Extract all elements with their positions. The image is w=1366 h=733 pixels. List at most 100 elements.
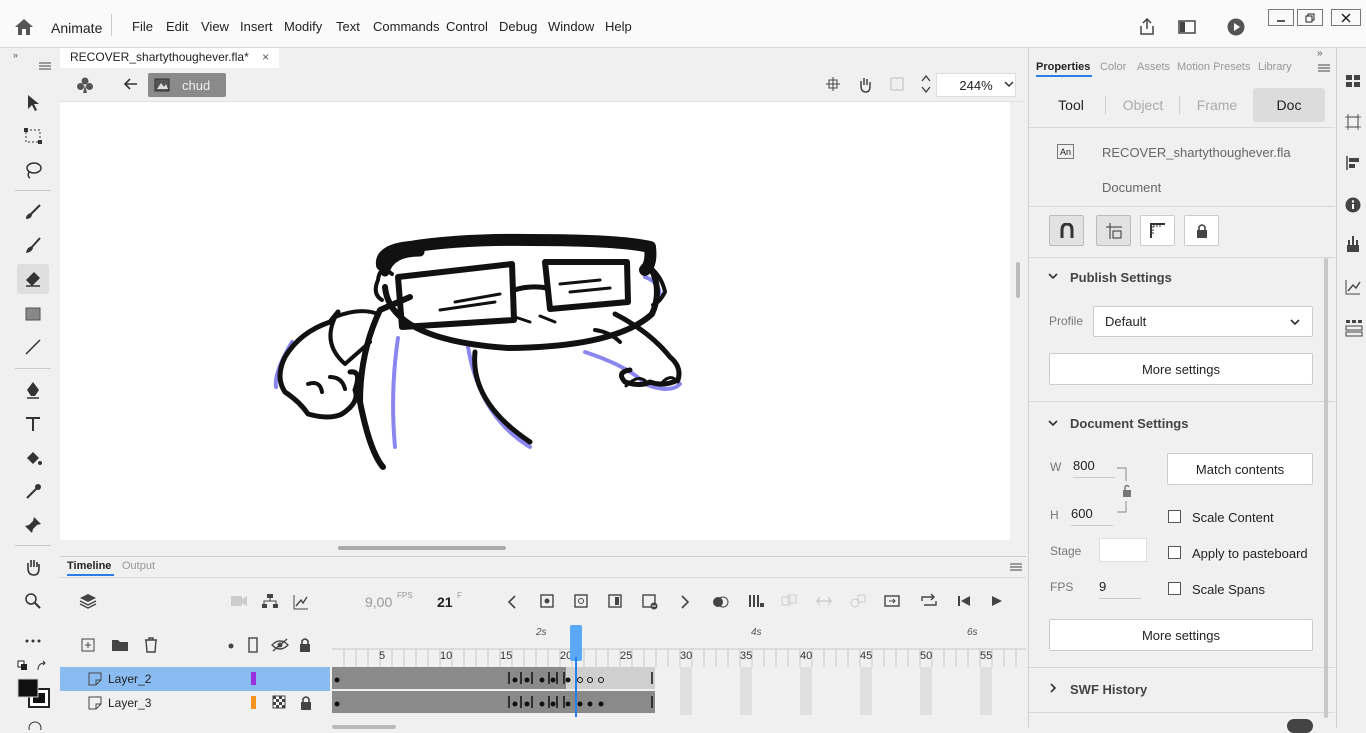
- code-snippets-icon[interactable]: [1345, 319, 1363, 337]
- highlight-dot-icon[interactable]: [228, 643, 234, 649]
- stage-horizontal-scrollbar[interactable]: [338, 546, 506, 550]
- minimize-button[interactable]: [1268, 9, 1294, 26]
- scene-icon[interactable]: [76, 76, 94, 94]
- outline-mode-icon[interactable]: [272, 695, 286, 709]
- magnet-snap-button[interactable]: [1049, 215, 1084, 246]
- rectangle-tool-icon[interactable]: [17, 299, 49, 329]
- graph-icon[interactable]: [293, 594, 309, 610]
- chevron-right-icon[interactable]: [1049, 683, 1057, 693]
- eraser-tool-icon[interactable]: [17, 264, 49, 294]
- lock-button[interactable]: [1184, 215, 1219, 246]
- layer-color-tag[interactable]: [251, 696, 256, 709]
- blank-keyframe-icon[interactable]: [574, 594, 588, 608]
- more-tools-icon[interactable]: [17, 626, 49, 656]
- menu-window[interactable]: Window: [548, 19, 594, 34]
- text-tool-icon[interactable]: [17, 409, 49, 439]
- stage-vertical-scrollbar[interactable]: [1016, 262, 1020, 298]
- collapse-panel-icon[interactable]: »: [1317, 48, 1323, 59]
- fps-field[interactable]: 9: [1099, 579, 1141, 599]
- parenting-icon[interactable]: [261, 593, 279, 609]
- stroke-color-swatch[interactable]: [17, 678, 51, 708]
- next-keyframe-icon[interactable]: [680, 595, 690, 609]
- publish-settings-title[interactable]: Publish Settings: [1070, 270, 1172, 285]
- rotate-stage-icon[interactable]: [856, 76, 874, 94]
- paint-bucket-icon[interactable]: [17, 443, 49, 473]
- align-icon[interactable]: [1345, 155, 1361, 171]
- line-tool-icon[interactable]: [17, 332, 49, 362]
- accessibility-toggle[interactable]: [1287, 719, 1313, 733]
- fps-value[interactable]: 9,00: [365, 594, 392, 610]
- properties-scrollbar[interactable]: [1324, 258, 1328, 718]
- layer-row[interactable]: Layer_3: [60, 691, 330, 715]
- tab-timeline[interactable]: Timeline: [67, 560, 111, 572]
- ruler-button[interactable]: [1140, 215, 1175, 246]
- menu-insert[interactable]: Insert: [240, 19, 273, 34]
- workspace-icon[interactable]: [1178, 19, 1196, 35]
- tab-library[interactable]: Library: [1258, 61, 1292, 73]
- menu-edit[interactable]: Edit: [166, 19, 188, 34]
- menu-text[interactable]: Text: [336, 19, 360, 34]
- loop-icon[interactable]: [920, 593, 938, 609]
- layer-name[interactable]: Layer_3: [108, 696, 151, 710]
- chevron-down-icon[interactable]: [1048, 419, 1058, 427]
- edit-anchor-button[interactable]: [1096, 215, 1131, 246]
- restore-button[interactable]: [1297, 9, 1323, 26]
- swf-history-title[interactable]: SWF History: [1070, 682, 1147, 697]
- menu-view[interactable]: View: [201, 19, 229, 34]
- tween-icon[interactable]: [781, 594, 797, 608]
- frame-grid[interactable]: [332, 667, 1026, 715]
- shape-tween-icon[interactable]: [850, 594, 866, 608]
- menu-control[interactable]: Control: [446, 19, 488, 34]
- hand-tool-icon[interactable]: [17, 552, 49, 582]
- insert-frame-icon[interactable]: [608, 594, 622, 608]
- subtab-doc[interactable]: Doc: [1253, 88, 1325, 122]
- info-icon[interactable]: [1345, 197, 1361, 213]
- menu-debug[interactable]: Debug: [499, 19, 537, 34]
- profile-select[interactable]: Default: [1093, 306, 1313, 337]
- lock-all-icon[interactable]: [299, 637, 311, 653]
- layer-name[interactable]: Layer_2: [108, 672, 151, 686]
- motion-editor-icon[interactable]: [1345, 279, 1361, 295]
- back-arrow-icon[interactable]: [124, 78, 138, 90]
- edit-multiple-frames-icon[interactable]: [748, 594, 764, 608]
- delete-layer-icon[interactable]: [144, 637, 158, 653]
- new-layer-icon[interactable]: [81, 638, 95, 652]
- play-icon[interactable]: [991, 595, 1003, 607]
- paint-brush-icon[interactable]: [17, 197, 49, 227]
- match-contents-button[interactable]: Match contents: [1167, 453, 1313, 485]
- home-icon[interactable]: [14, 18, 34, 36]
- zoom-tool-icon[interactable]: [17, 586, 49, 616]
- tab-output[interactable]: Output: [122, 560, 155, 572]
- swap-colors-icon[interactable]: [36, 660, 48, 672]
- layer-row[interactable]: Layer_2: [60, 667, 330, 691]
- timeline-scrollbar[interactable]: [332, 725, 396, 729]
- default-colors-icon[interactable]: [17, 660, 29, 672]
- visibility-icon[interactable]: [271, 638, 289, 652]
- document-tab[interactable]: RECOVER_shartythoughever.fla* ×: [60, 48, 280, 68]
- document-more-settings-button[interactable]: More settings: [1049, 619, 1313, 651]
- chevron-down-icon[interactable]: [1048, 272, 1058, 280]
- document-settings-title[interactable]: Document Settings: [1070, 416, 1188, 431]
- chevron-down-icon[interactable]: [1004, 80, 1014, 88]
- stage-canvas[interactable]: [60, 102, 1010, 540]
- height-field[interactable]: 600: [1071, 506, 1113, 526]
- outline-toggle-icon[interactable]: [248, 637, 258, 653]
- delete-frame-icon[interactable]: [642, 594, 658, 610]
- scale-content-checkbox[interactable]: [1168, 510, 1181, 523]
- components-icon[interactable]: [1345, 235, 1361, 253]
- classic-tween-icon[interactable]: [884, 594, 900, 608]
- stage-color-swatch[interactable]: [1099, 538, 1147, 562]
- breadcrumb[interactable]: chud: [148, 73, 226, 97]
- snap-center-icon[interactable]: [826, 77, 840, 91]
- layer-color-tag[interactable]: [251, 672, 256, 685]
- lock-icon[interactable]: [300, 695, 312, 711]
- menu-file[interactable]: File: [132, 19, 153, 34]
- brush-tool-icon[interactable]: [17, 231, 49, 261]
- selection-tool-icon[interactable]: [17, 88, 49, 118]
- close-tab-icon[interactable]: ×: [262, 50, 269, 64]
- clip-stage-icon[interactable]: [890, 77, 904, 91]
- zoom-stepper-icon[interactable]: [920, 73, 932, 95]
- swatches-icon[interactable]: [1345, 74, 1361, 88]
- camera-icon[interactable]: [230, 595, 248, 607]
- tab-properties[interactable]: Properties: [1036, 61, 1090, 73]
